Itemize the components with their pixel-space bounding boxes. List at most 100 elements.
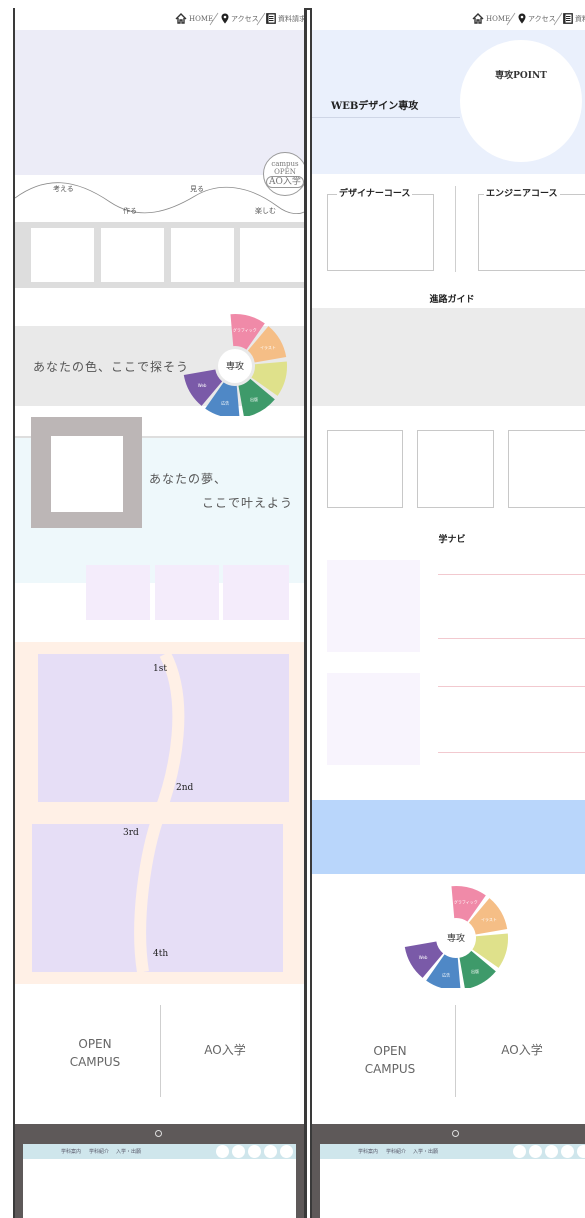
career-guide-title: 進路ガイド: [429, 295, 475, 305]
engineer-course-title: エンジニアコース: [484, 186, 560, 199]
nav-separator: [209, 12, 219, 26]
lilac-card[interactable]: [86, 565, 150, 620]
major-wheel[interactable]: グラフィックイラスト出版広告 Web 専攻: [398, 880, 518, 988]
footer-link-1[interactable]: 学科案内: [61, 1148, 81, 1155]
dream-photo: [51, 436, 123, 512]
gakunavi-divider: [438, 686, 585, 687]
nav-access[interactable]: アクセス: [518, 13, 556, 24]
wheel-segment-label: 出版: [471, 968, 479, 974]
top-nav: HOME アクセス 資料請求: [312, 8, 585, 32]
footer-social-icon[interactable]: [232, 1145, 245, 1158]
feature-card[interactable]: [31, 228, 94, 282]
ao-link[interactable]: AO入学: [175, 1038, 275, 1060]
wheel-segment-label: 出版: [250, 396, 258, 402]
nav-brochure[interactable]: 資料請求: [266, 13, 304, 24]
footer-social-icon[interactable]: [280, 1145, 293, 1158]
gakunavi-divider: [438, 574, 585, 575]
footer-link-1[interactable]: 学科案内: [358, 1148, 378, 1155]
dream-line-1: あなたの夢、: [149, 472, 228, 486]
gakunavi-divider: [438, 752, 585, 753]
open-campus-line-1: OPEN: [78, 1037, 112, 1051]
wheel-center-label: 専攻: [226, 360, 244, 372]
nav-separator: [256, 12, 266, 26]
footer-social-icon[interactable]: [545, 1145, 558, 1158]
major-wheel[interactable]: グラフィックイラスト出版広告 Web 専攻: [177, 308, 297, 416]
footer-social-icon[interactable]: [577, 1145, 585, 1158]
lilac-card[interactable]: [223, 565, 289, 620]
dream-line-2: ここで叶えよう: [202, 496, 294, 510]
right-panel: HOME アクセス 資料請求 専攻POINT WEBデザイン専攻 デザイナーコー…: [312, 8, 585, 1218]
nav-brochure-label: 資料請求: [278, 14, 304, 23]
nav-access-label: アクセス: [528, 14, 556, 23]
footer-social-icon[interactable]: [513, 1145, 526, 1158]
gakunavi-thumb[interactable]: [327, 673, 420, 765]
designer-course-title: デザイナーコース: [337, 186, 413, 199]
home-icon: [472, 13, 484, 24]
badge-line-campus: campus: [271, 159, 299, 168]
ao-link[interactable]: AO入学: [472, 1038, 572, 1060]
footer-dot: [155, 1130, 162, 1137]
document-icon: [266, 13, 276, 24]
wave-word-make: 作る: [123, 207, 137, 215]
feature-card[interactable]: [101, 228, 164, 282]
gakunavi-divider: [438, 638, 585, 639]
gakunavi-title: 学ナビ: [438, 535, 466, 545]
nav-home[interactable]: HOME: [175, 13, 213, 24]
hero-banner: [15, 30, 304, 175]
page-frame-mid-left: [304, 8, 307, 1218]
document-icon: [563, 13, 573, 24]
footer-dot: [452, 1130, 459, 1137]
nav-brochure[interactable]: 資料請求: [563, 13, 585, 24]
career-card[interactable]: [508, 430, 585, 508]
steps-path: [134, 651, 185, 973]
nav-access-label: アクセス: [231, 14, 259, 23]
course-divider: [455, 186, 456, 272]
wheel-segment-label: イラスト: [481, 916, 497, 922]
major-point-title: 専攻POINT: [495, 71, 547, 81]
footer-link-3[interactable]: 入学・出願: [116, 1148, 141, 1155]
badge-line-open: OPEN: [274, 167, 296, 176]
career-card[interactable]: [417, 430, 494, 508]
open-campus-line-1: OPEN: [373, 1044, 407, 1058]
designer-course-card[interactable]: [327, 194, 434, 271]
major-point-circle: 専攻POINT: [460, 40, 582, 162]
nav-access[interactable]: アクセス: [221, 13, 259, 24]
footer-link-3[interactable]: 入学・出願: [413, 1148, 438, 1155]
step-label-1st: 1st: [153, 664, 167, 674]
blue-banner[interactable]: [312, 800, 585, 874]
wave-word-enjoy: 楽しむ: [255, 207, 276, 215]
footer-social-icon[interactable]: [561, 1145, 574, 1158]
map-pin-icon: [518, 13, 526, 24]
nav-home[interactable]: HOME: [472, 13, 510, 24]
footer-link-2[interactable]: 学科紹介: [89, 1148, 109, 1155]
step-label-2nd: 2nd: [176, 783, 194, 793]
career-guide-band: [312, 308, 585, 406]
engineer-course-card[interactable]: [478, 194, 585, 271]
wheel-center-label: 専攻: [447, 932, 465, 944]
step-label-4th: 4th: [153, 949, 169, 959]
cta-divider: [160, 1005, 161, 1097]
wheel-segment-label: イラスト: [260, 344, 276, 350]
gakunavi-thumb[interactable]: [327, 560, 420, 652]
wheel-segment-label: 広告: [442, 972, 450, 978]
nav-brochure-label: 資料請求: [575, 14, 585, 23]
lilac-card[interactable]: [155, 565, 219, 620]
career-card[interactable]: [327, 430, 403, 508]
feature-card[interactable]: [240, 228, 304, 282]
wheel-segment-label: Web: [419, 955, 428, 960]
nav-separator: [553, 12, 563, 26]
footer-content: [23, 1159, 296, 1218]
footer-link-2[interactable]: 学科紹介: [386, 1148, 406, 1155]
footer-social-icon[interactable]: [248, 1145, 261, 1158]
major-underline: [312, 117, 460, 118]
footer-content: [320, 1159, 585, 1218]
nav-separator: [506, 12, 516, 26]
footer-social-icon[interactable]: [529, 1145, 542, 1158]
open-campus-link[interactable]: OPEN CAMPUS: [340, 1035, 440, 1085]
feature-card[interactable]: [171, 228, 234, 282]
open-campus-link[interactable]: OPEN CAMPUS: [45, 1028, 145, 1078]
footer-social-icon[interactable]: [216, 1145, 229, 1158]
wave-word-see: 見る: [190, 185, 204, 193]
footer-social-icon[interactable]: [264, 1145, 277, 1158]
left-panel: HOME アクセス 資料請求 campus OPEN AO入学 考える 作る 見…: [15, 8, 304, 1218]
